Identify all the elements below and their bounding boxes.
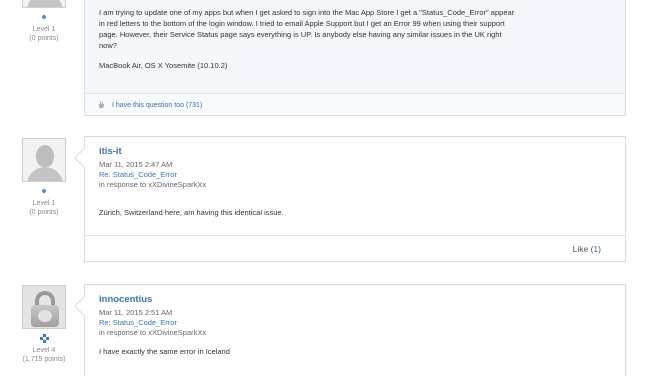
reply-date: Mar 11, 2015 2:47 AM: [99, 160, 173, 169]
level-dot-icon: [42, 15, 46, 19]
like-bar: Like (1): [85, 235, 625, 261]
question-post: I am trying to update one of my apps but…: [84, 0, 626, 116]
have-question-too-link[interactable]: I have this question too (731): [112, 102, 202, 109]
avatar[interactable]: [22, 138, 66, 182]
reply-author-innocentius: Level 4 (1,715 points): [12, 285, 76, 364]
level-dot-icon: [42, 189, 46, 193]
question-author: Level 1 (0 points): [12, 0, 76, 43]
reply-subject[interactable]: Re: Status_Code_Error: [99, 170, 611, 180]
question-body: I am trying to update one of my apps but…: [99, 8, 515, 50]
level-diamond-icon: [39, 334, 49, 343]
device-info: MacBook Air, OS X Yosemite (10.10.2): [99, 61, 228, 70]
reply-post: itis-it Mar 11, 2015 2:47 AM Re: Status_…: [74, 136, 626, 262]
have-question-too[interactable]: I have this question too (731): [85, 93, 625, 115]
discussion-thread: Level 1 (0 points) I am trying to update…: [0, 0, 670, 376]
hand-icon: [97, 100, 106, 109]
reply-body: I have exactly the same error in Iceland: [99, 347, 230, 356]
in-response-to: in response to xXDivineSparkXx: [99, 180, 207, 189]
reply-post: innocentius Mar 11, 2015 2:51 AM Re: Sta…: [74, 284, 626, 376]
author-level: Level 4: [32, 347, 56, 354]
reply-author-itis-it: Level 1 (0 points): [12, 138, 76, 217]
lock-avatar-icon[interactable]: [22, 285, 66, 329]
reply-author-name[interactable]: innocentius: [99, 294, 611, 305]
in-response-to: in response to xXDivineSparkXx: [99, 328, 207, 337]
reply-subject[interactable]: Re: Status_Code_Error: [99, 318, 611, 328]
reply-body: Zürich, Switzerland here, am having this…: [99, 208, 284, 217]
avatar[interactable]: [22, 0, 66, 8]
author-points: (0 points): [29, 35, 59, 42]
like-button[interactable]: Like (1): [573, 244, 601, 254]
author-level: Level 1: [32, 26, 56, 33]
author-points: (0 points): [29, 209, 59, 216]
author-points: (1,715 points): [22, 356, 66, 363]
reply-author-name[interactable]: itis-it: [99, 146, 611, 157]
author-level: Level 1: [32, 200, 56, 207]
reply-date: Mar 11, 2015 2:51 AM: [99, 308, 173, 317]
